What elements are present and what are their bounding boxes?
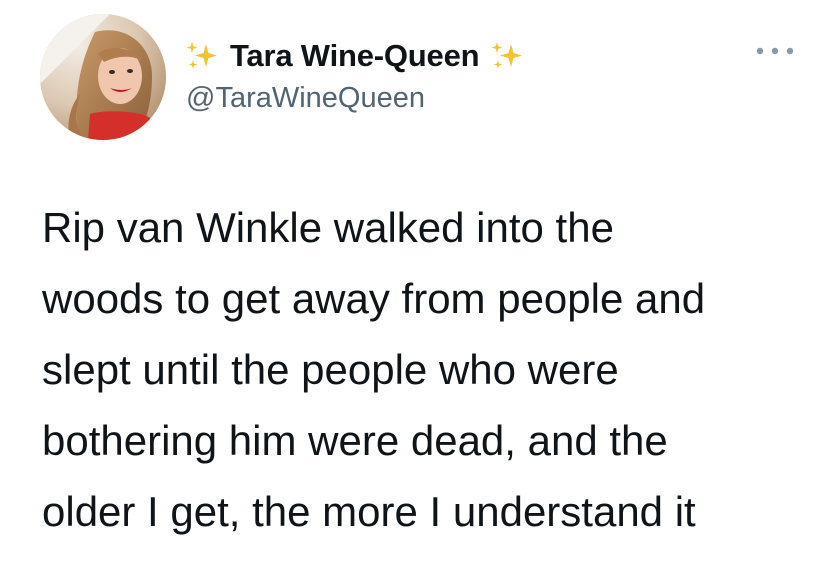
more-options-icon (756, 47, 794, 55)
sparkles-icon (489, 38, 525, 74)
tweet-card: Tara Wine-Queen @TaraWineQueen Rip van W… (0, 0, 828, 576)
author-display-name[interactable]: Tara Wine-Queen (230, 38, 480, 74)
tweet-text-line: bothering him were dead, and the (42, 417, 668, 464)
profile-photo-icon (40, 14, 166, 140)
tweet-text-line: slept until the people who were (42, 346, 619, 393)
author-handle[interactable]: @TaraWineQueen (186, 82, 425, 115)
tweet-text-line: woods to get away from people and (42, 275, 706, 322)
profile-avatar[interactable] (40, 14, 166, 140)
tweet-text: Rip van Winkle walked into the woods to … (42, 192, 822, 547)
tweet-text-line: Rip van Winkle walked into the (42, 204, 614, 251)
author-name-row[interactable]: Tara Wine-Queen (184, 36, 525, 76)
more-options-button[interactable] (752, 36, 798, 66)
sparkles-icon (184, 38, 220, 74)
tweet-text-line: older I get, the more I understand it (42, 488, 696, 535)
